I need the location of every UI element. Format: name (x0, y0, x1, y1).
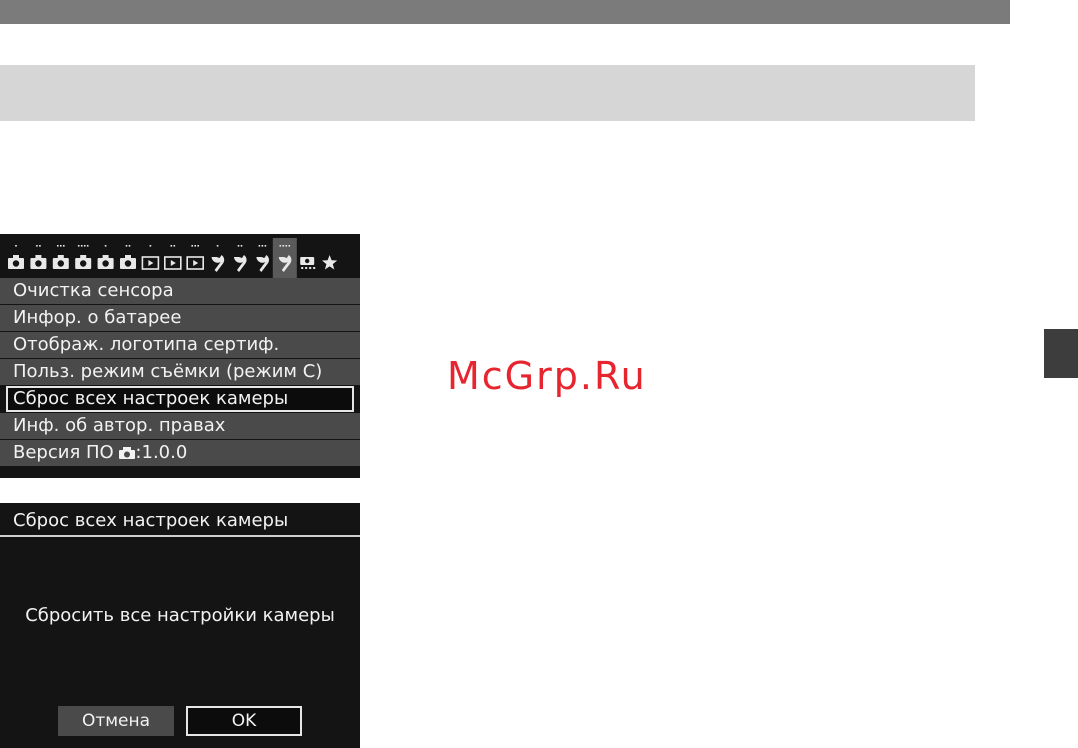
menu-item-label-suffix: :1.0.0 (135, 442, 188, 463)
tab-playback-icon[interactable] (164, 245, 182, 270)
menu-item-label: Инф. об автор. правах (13, 415, 226, 436)
tab-camera-icon[interactable] (120, 245, 136, 269)
cancel-button[interactable]: Отмена (58, 706, 174, 736)
menu-item-label: Сброс всех настроек камеры (13, 388, 289, 409)
menu-item-firmware-version[interactable]: Версия ПО :1.0.0 (0, 440, 360, 466)
page-header-bar (0, 0, 1010, 24)
tab-camera-icon[interactable] (30, 245, 47, 269)
menu-item-label: Очистка сенсора (13, 280, 174, 301)
menu-item-label: Отображ. логотипа сертиф. (13, 334, 280, 355)
tab-wrench-icon[interactable] (272, 238, 297, 278)
clear-settings-dialog: Сброс всех настроек камеры Сбросить все … (0, 503, 360, 748)
tab-wrench-icon[interactable] (256, 245, 269, 272)
tab-camera-icon[interactable] (52, 245, 69, 269)
tab-playback-icon[interactable] (186, 245, 204, 270)
menu-tab-row (0, 234, 360, 278)
menu-tab-icons (8, 238, 338, 278)
ok-button[interactable]: OK (186, 706, 302, 736)
dialog-title: Сброс всех настроек камеры (13, 510, 289, 531)
tab-wrench-icon[interactable] (234, 245, 247, 272)
menu-item-custom-shooting-mode[interactable]: Польз. режим съёмки (режим С) (0, 359, 360, 385)
tab-star-icon[interactable] (322, 255, 338, 270)
menu-item-label: Польз. режим съёмки (режим С) (13, 361, 323, 382)
dialog-divider (0, 535, 360, 537)
section-heading-bar (0, 65, 975, 121)
camera-icon (119, 447, 136, 459)
tab-camera-icon[interactable] (97, 245, 114, 269)
menu-item-label-prefix: Версия ПО (13, 442, 120, 463)
watermark-text: McGrp.Ru (447, 354, 647, 398)
menu-item-battery-info[interactable]: Инфор. о батарее (0, 305, 360, 331)
tab-camera-icon[interactable] (8, 245, 24, 269)
menu-item-label: Инфор. о батарее (13, 307, 182, 328)
camera-menu-screen: Очистка сенсора Инфор. о батарее Отображ… (0, 234, 360, 478)
menu-list: Очистка сенсора Инфор. о батарее Отображ… (0, 278, 360, 467)
menu-item-copyright-info[interactable]: Инф. об автор. правах (0, 413, 360, 439)
menu-item-sensor-cleaning[interactable]: Очистка сенсора (0, 278, 360, 304)
chapter-tab-marker (1044, 329, 1078, 378)
tab-wrench-icon[interactable] (211, 245, 225, 272)
dialog-message: Сбросить все настройки камеры (25, 605, 335, 626)
tab-playback-icon[interactable] (141, 245, 160, 270)
menu-item-clear-all-settings[interactable]: Сброс всех настроек камеры (6, 386, 354, 412)
menu-item-certification-logo[interactable]: Отображ. логотипа сертиф. (0, 332, 360, 358)
tab-custom-function-icon[interactable] (300, 257, 316, 269)
tab-camera-icon[interactable] (75, 245, 92, 269)
